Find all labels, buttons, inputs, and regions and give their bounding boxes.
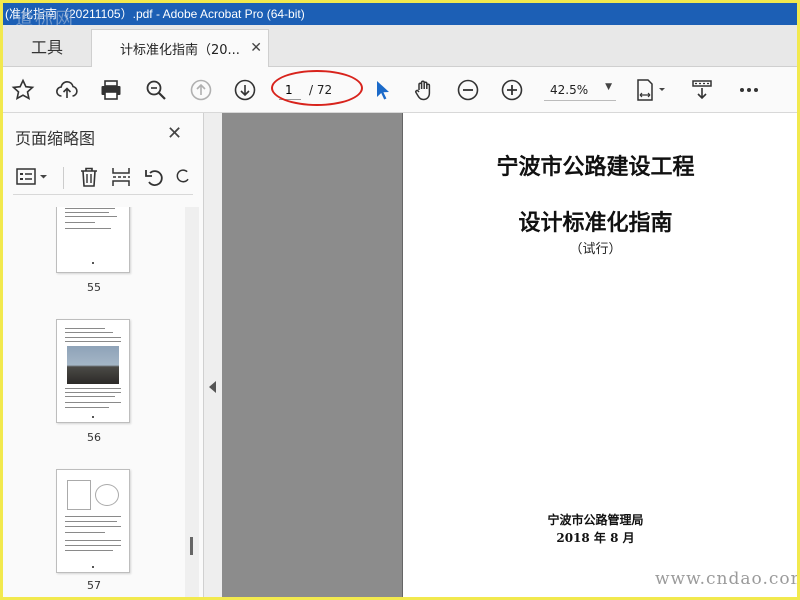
- document-view[interactable]: 宁波市公路建设工程 设计标准化指南 （试行） 宁波市公路管理局 2018 年 8…: [222, 113, 797, 597]
- cloud-upload-icon[interactable]: [55, 78, 79, 102]
- toolbar-divider: [63, 167, 64, 189]
- select-cursor-icon[interactable]: [371, 78, 395, 102]
- document-organization: 宁波市公路管理局: [547, 513, 644, 527]
- print-icon[interactable]: [99, 78, 123, 102]
- zoom-in-icon[interactable]: [500, 78, 524, 102]
- scrollbar-thumb[interactable]: [190, 537, 193, 555]
- document-subtitle: （试行）: [569, 242, 622, 257]
- close-tab-icon[interactable]: ✕: [250, 40, 262, 56]
- window-title: (准化指南（20211105）.pdf - Adobe Acrobat Pro …: [5, 7, 305, 21]
- document-date: 2018 年 8 月: [556, 531, 635, 545]
- window-title-bar: (准化指南（20211105）.pdf - Adobe Acrobat Pro …: [3, 3, 797, 25]
- panel-title: 页面缩略图: [15, 129, 96, 148]
- page-fit-icon[interactable]: [635, 78, 671, 102]
- page-total: / 72: [309, 83, 333, 97]
- rotate-clockwise-icon[interactable]: [173, 165, 193, 189]
- page-thumbnail[interactable]: [56, 319, 130, 423]
- main-toolbar: / 72 42.5% ▼: [3, 67, 797, 113]
- collapse-panel-arrow-icon[interactable]: [209, 381, 216, 393]
- hand-tool-icon[interactable]: [412, 78, 436, 102]
- thumbnail-list: 55 56 57: [3, 207, 185, 597]
- page-thumbnail[interactable]: [56, 469, 130, 573]
- tab-document-label: 计标准化指南（20...: [120, 43, 240, 58]
- previous-page-icon[interactable]: [189, 78, 213, 102]
- rotate-counterclockwise-icon[interactable]: [143, 165, 167, 189]
- thumbnail-page-number: 56: [87, 431, 101, 444]
- tab-tools[interactable]: 工具: [3, 25, 91, 67]
- thumbnail-page-number: 55: [87, 281, 101, 294]
- close-panel-icon[interactable]: ✕: [167, 123, 182, 144]
- page-number-input[interactable]: [279, 80, 301, 100]
- more-options-icon[interactable]: [737, 78, 761, 102]
- zoom-search-icon[interactable]: [144, 78, 168, 102]
- zoom-level-dropdown[interactable]: 42.5% ▼: [544, 79, 616, 101]
- scroll-mode-icon[interactable]: [690, 78, 714, 102]
- page-thumbnail[interactable]: [56, 207, 130, 273]
- acrobat-window: (准化指南（20211105）.pdf - Adobe Acrobat Pro …: [3, 3, 797, 597]
- star-icon[interactable]: [11, 78, 35, 102]
- thumbnail-scrollbar[interactable]: [185, 207, 199, 597]
- page-thumbnails-panel: 页面缩略图 ✕ 55 56 57: [3, 113, 204, 597]
- panel-splitter[interactable]: [204, 113, 222, 597]
- thumbnail-options-icon[interactable]: [15, 165, 51, 189]
- zoom-out-icon[interactable]: [456, 78, 480, 102]
- thumbnail-page-number: 57: [87, 579, 101, 592]
- insert-pages-icon[interactable]: [109, 165, 133, 189]
- thumbnail-toolbar: [13, 161, 193, 195]
- photo-thumbnail-image: [67, 346, 119, 384]
- pdf-page: 宁波市公路建设工程 设计标准化指南 （试行） 宁波市公路管理局 2018 年 8…: [402, 113, 797, 597]
- trash-icon[interactable]: [77, 165, 101, 189]
- document-title-line2: 设计标准化指南: [518, 210, 673, 236]
- document-title-line1: 宁波市公路建设工程: [496, 154, 695, 180]
- tab-document[interactable]: 计标准化指南（20... ✕: [91, 29, 269, 67]
- zoom-level-value: 42.5%: [550, 82, 589, 97]
- next-page-icon[interactable]: [233, 78, 257, 102]
- page-navigator: / 72: [279, 79, 355, 101]
- tab-bar: 工具 计标准化指南（20... ✕: [3, 25, 797, 67]
- chevron-down-icon: ▼: [605, 82, 612, 92]
